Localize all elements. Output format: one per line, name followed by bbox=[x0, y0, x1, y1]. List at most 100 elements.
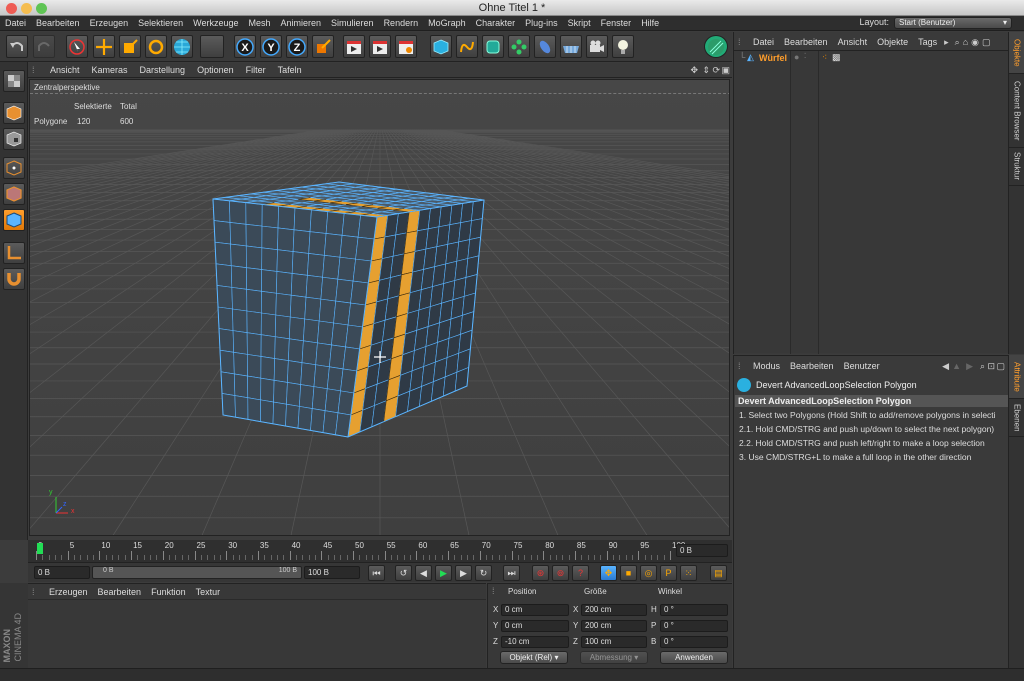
texture-mode-button[interactable] bbox=[3, 128, 25, 150]
render-view-button[interactable] bbox=[343, 35, 365, 58]
menu-datei[interactable]: Datei bbox=[0, 18, 31, 28]
start-frame-field[interactable]: 0 B bbox=[34, 566, 90, 579]
point-mode-button[interactable] bbox=[3, 157, 25, 179]
last-tool-button[interactable] bbox=[171, 35, 193, 58]
position-y-field[interactable]: 0 cm bbox=[501, 620, 569, 632]
nurbs-button[interactable] bbox=[482, 35, 504, 58]
menu-mograph[interactable]: MoGraph bbox=[423, 18, 471, 28]
tab-objekte[interactable]: Objekte bbox=[1009, 32, 1024, 74]
new-window-icon[interactable]: ▢ bbox=[982, 37, 991, 48]
menu-mesh[interactable]: Mesh bbox=[243, 18, 275, 28]
attr-menu-benutzer[interactable]: Benutzer bbox=[839, 361, 885, 371]
rotation-p-field[interactable]: 0 ° bbox=[660, 620, 728, 632]
redo-button[interactable] bbox=[33, 35, 55, 58]
model-mode-button[interactable] bbox=[3, 102, 25, 124]
tab-content-browser[interactable]: Content Browser bbox=[1009, 74, 1024, 148]
pan-icon[interactable]: ✥ bbox=[690, 65, 698, 76]
more-arrow-icon[interactable]: ▸ bbox=[944, 37, 949, 48]
apply-button[interactable]: Anwenden bbox=[660, 651, 728, 664]
scale-tool-button[interactable] bbox=[119, 35, 141, 58]
tab-struktur[interactable]: Struktur bbox=[1009, 148, 1024, 186]
forward-arrow-icon[interactable]: ▶ bbox=[966, 361, 973, 372]
zoom-window-button[interactable] bbox=[36, 3, 47, 14]
cube-object-button[interactable] bbox=[430, 35, 452, 58]
menu-plugins[interactable]: Plug-ins bbox=[520, 18, 563, 28]
tab-attribute[interactable]: Attribute bbox=[1009, 355, 1024, 399]
render-picture-viewer-button[interactable] bbox=[369, 35, 391, 58]
mat-menu-funktion[interactable]: Funktion bbox=[146, 587, 191, 597]
search-icon[interactable]: ⌕ bbox=[980, 361, 985, 372]
menu-rendern[interactable]: Rendern bbox=[379, 18, 424, 28]
polygon-mode-button[interactable] bbox=[3, 209, 25, 231]
layer-dot-icon[interactable]: ● bbox=[794, 52, 799, 62]
menu-erzeugen[interactable]: Erzeugen bbox=[85, 18, 134, 28]
autokey-button[interactable]: ⊚ bbox=[552, 565, 569, 581]
key-param-button[interactable]: P bbox=[660, 565, 677, 581]
menu-charakter[interactable]: Charakter bbox=[471, 18, 521, 28]
position-x-field[interactable]: 0 cm bbox=[501, 604, 569, 616]
frame-range-slider[interactable]: 0 B 100 B bbox=[92, 566, 302, 579]
y-axis-lock-button[interactable]: Y bbox=[260, 35, 282, 58]
current-frame-field[interactable]: 0 B bbox=[676, 544, 728, 557]
scene-floor-button[interactable] bbox=[560, 35, 582, 58]
key-scale-button[interactable]: ■ bbox=[620, 565, 637, 581]
texture-tag-icon[interactable]: ▩ bbox=[832, 52, 841, 63]
up-arrow-icon[interactable]: ▲ bbox=[952, 361, 961, 371]
attr-menu-modus[interactable]: Modus bbox=[748, 361, 785, 371]
mode-toggle-button[interactable] bbox=[704, 35, 728, 58]
drag-handle-icon[interactable]: ⁞ bbox=[492, 586, 495, 596]
object-row-wuerfel[interactable]: └ ◭ Würfel ● ⁚ ⁖ ▩ bbox=[734, 52, 1009, 66]
light-button[interactable] bbox=[612, 35, 634, 58]
rotate-view-icon[interactable]: ⟳ bbox=[712, 65, 720, 76]
key-pla-button[interactable]: ⁙ bbox=[680, 565, 697, 581]
rotation-b-field[interactable]: 0 ° bbox=[660, 636, 728, 648]
vp-menu-tafeln[interactable]: Tafeln bbox=[272, 65, 308, 75]
make-editable-button[interactable] bbox=[3, 70, 25, 92]
obj-menu-tags[interactable]: Tags bbox=[913, 37, 942, 47]
search-icon[interactable]: ⌕ bbox=[955, 37, 960, 48]
end-frame-field[interactable]: 100 B bbox=[304, 566, 360, 579]
visibility-dots-icon[interactable]: ⁚ bbox=[804, 52, 806, 60]
eye-icon[interactable]: ◉ bbox=[971, 37, 979, 48]
menu-selektieren[interactable]: Selektieren bbox=[133, 18, 188, 28]
back-arrow-icon[interactable]: ◀ bbox=[942, 361, 949, 372]
menu-werkzeuge[interactable]: Werkzeuge bbox=[188, 18, 243, 28]
empty-tool-slot[interactable] bbox=[200, 35, 224, 58]
live-selection-button[interactable] bbox=[66, 35, 88, 58]
array-button[interactable] bbox=[508, 35, 530, 58]
record-button[interactable]: ⊛ bbox=[532, 565, 549, 581]
drag-handle-icon[interactable]: ⁞ bbox=[738, 361, 748, 371]
drag-handle-icon[interactable]: ⁞ bbox=[32, 587, 44, 597]
spline-button[interactable] bbox=[456, 35, 478, 58]
undo-button[interactable] bbox=[6, 35, 28, 58]
mat-menu-bearbeiten[interactable]: Bearbeiten bbox=[93, 587, 147, 597]
obj-menu-ansicht[interactable]: Ansicht bbox=[833, 37, 873, 47]
vp-menu-optionen[interactable]: Optionen bbox=[191, 65, 240, 75]
minimize-window-button[interactable] bbox=[21, 3, 32, 14]
snap-button[interactable] bbox=[3, 268, 25, 290]
prev-frame-button[interactable]: ◀ bbox=[415, 565, 432, 581]
drag-handle-icon[interactable]: ⁞ bbox=[738, 37, 748, 47]
tab-ebenen[interactable]: Ebenen bbox=[1009, 399, 1024, 437]
z-axis-lock-button[interactable]: Z bbox=[286, 35, 308, 58]
coordinate-system-button[interactable] bbox=[312, 35, 334, 58]
key-position-button[interactable]: ✥ bbox=[600, 565, 617, 581]
size-y-field[interactable]: 200 cm bbox=[581, 620, 647, 632]
menu-animieren[interactable]: Animieren bbox=[276, 18, 327, 28]
lock-icon[interactable]: ⊡ bbox=[987, 361, 995, 372]
new-window-icon[interactable]: ▢ bbox=[996, 361, 1005, 372]
size-mode-select[interactable]: Abmessung ▾ bbox=[580, 651, 648, 664]
menu-skript[interactable]: Skript bbox=[563, 18, 596, 28]
vp-menu-filter[interactable]: Filter bbox=[240, 65, 272, 75]
layout-select[interactable]: Start (Benutzer) ▾ bbox=[894, 17, 1012, 29]
vp-menu-darstellung[interactable]: Darstellung bbox=[134, 65, 192, 75]
obj-menu-datei[interactable]: Datei bbox=[748, 37, 779, 47]
goto-end-button[interactable]: ⏭ bbox=[503, 565, 520, 581]
next-frame-button[interactable]: ▶ bbox=[455, 565, 472, 581]
position-z-field[interactable]: -10 cm bbox=[501, 636, 569, 648]
obj-menu-bearbeiten[interactable]: Bearbeiten bbox=[779, 37, 833, 47]
obj-menu-objekte[interactable]: Objekte bbox=[872, 37, 913, 47]
play-button[interactable]: ▶ bbox=[435, 565, 452, 581]
vp-menu-ansicht[interactable]: Ansicht bbox=[44, 65, 86, 75]
playhead-marker[interactable] bbox=[37, 543, 43, 554]
